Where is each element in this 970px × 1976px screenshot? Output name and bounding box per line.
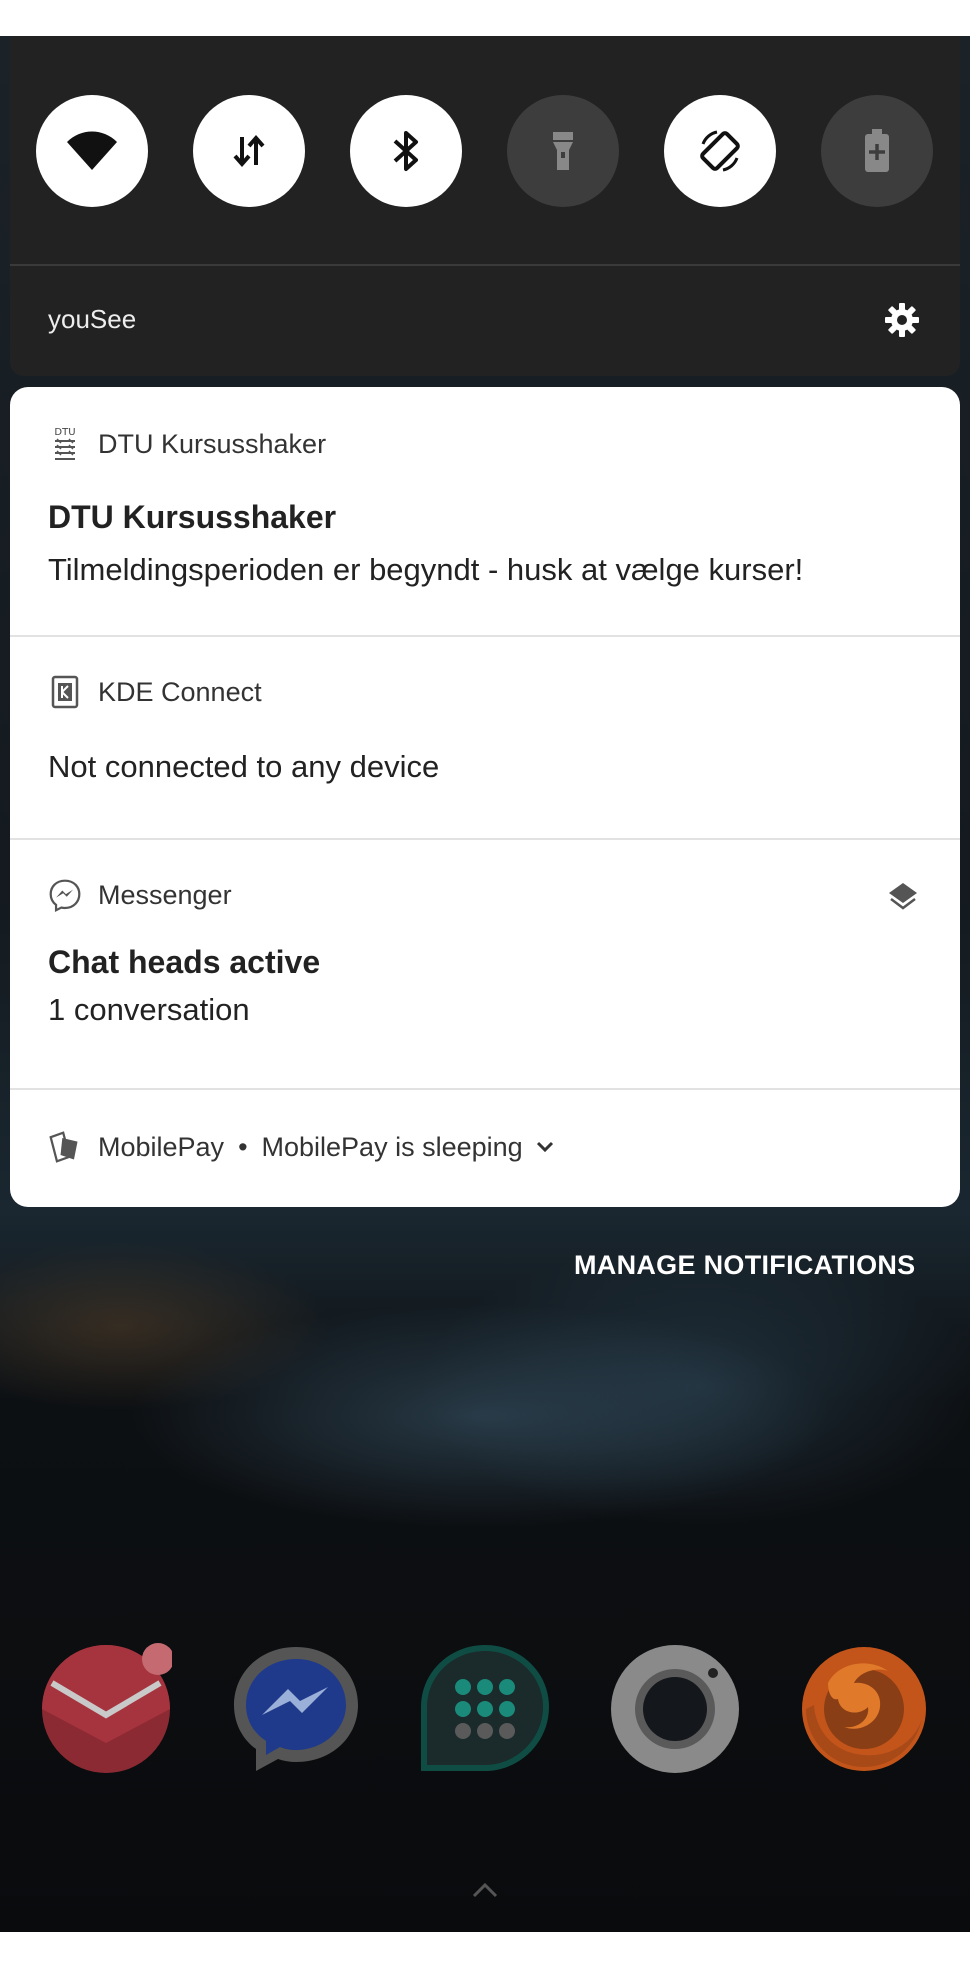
data-arrows-icon	[233, 134, 265, 168]
notification-messenger[interactable]: Messenger Chat heads active 1 conversati…	[10, 840, 960, 1090]
notification-text: Tilmeldingsperioden er begyndt - husk at…	[48, 552, 804, 587]
gear-icon	[885, 303, 919, 337]
manage-notifications-button[interactable]: MANAGE NOTIFICATIONS	[574, 1250, 915, 1281]
app-dock	[40, 1643, 930, 1775]
wifi-tile[interactable]	[36, 95, 148, 207]
notification-mobilepay[interactable]: MobilePay • MobilePay is sleeping	[10, 1090, 960, 1207]
settings-button[interactable]	[882, 300, 922, 340]
layers-icon[interactable]	[886, 880, 920, 919]
navigation-bar-area	[0, 1932, 970, 1976]
notification-text: 1 conversation	[48, 992, 250, 1027]
svg-text:DTU: DTU	[54, 427, 75, 438]
notification-header: DTU DTU Kursusshaker	[48, 427, 326, 461]
flashlight-icon	[553, 132, 573, 170]
app-name: DTU Kursusshaker	[98, 428, 327, 459]
wifi-icon	[67, 131, 117, 170]
quick-settings-divider	[10, 264, 960, 266]
notification-title: Chat heads active	[48, 944, 321, 980]
notification-list: DTU DTU Kursusshaker DTU Kursusshaker Ti…	[10, 387, 960, 1207]
app-name: Messenger	[98, 879, 232, 910]
notification-text: Not connected to any device	[48, 749, 440, 784]
battery-saver-tile[interactable]	[821, 95, 933, 207]
notification-title: DTU Kursusshaker	[48, 499, 337, 535]
bluetooth-tile[interactable]	[350, 95, 462, 207]
quick-settings-tiles	[36, 95, 936, 207]
separator-dot: •	[238, 1131, 248, 1162]
messenger-icon	[48, 878, 82, 913]
notification-header: MobilePay • MobilePay is sleeping	[48, 1130, 555, 1164]
messenger-app-icon[interactable]	[230, 1643, 362, 1775]
flashlight-tile[interactable]	[507, 95, 619, 207]
notification-header: KDE Connect	[48, 675, 262, 709]
chevron-down-icon[interactable]	[535, 1140, 555, 1154]
dtu-logo-icon: DTU	[48, 427, 82, 461]
carrier-label: youSee	[48, 304, 137, 334]
battery-icon	[865, 129, 889, 172]
notification-kde-connect[interactable]: KDE Connect Not connected to any device	[10, 637, 960, 840]
chevron-up-icon[interactable]	[468, 1878, 502, 1902]
notification-dtu-kursusshaker[interactable]: DTU DTU Kursusshaker DTU Kursusshaker Ti…	[10, 387, 960, 637]
bluetooth-icon	[393, 131, 418, 171]
notification-summary: MobilePay is sleeping	[261, 1131, 523, 1162]
mobile-data-tile[interactable]	[193, 95, 305, 207]
dialer-app-icon[interactable]	[419, 1643, 551, 1775]
notification-header: Messenger	[48, 878, 232, 913]
quick-settings-panel: youSee	[10, 36, 960, 376]
mobilepay-icon	[48, 1130, 82, 1164]
app-name: KDE Connect	[98, 676, 262, 707]
camera-app-icon[interactable]	[609, 1643, 741, 1775]
email-app-icon[interactable]	[40, 1643, 174, 1775]
firefox-app-icon[interactable]	[798, 1643, 930, 1775]
auto-rotate-tile[interactable]	[664, 95, 776, 207]
app-name: MobilePay	[98, 1131, 225, 1162]
rotate-icon	[700, 130, 740, 172]
kde-connect-icon	[48, 675, 82, 709]
